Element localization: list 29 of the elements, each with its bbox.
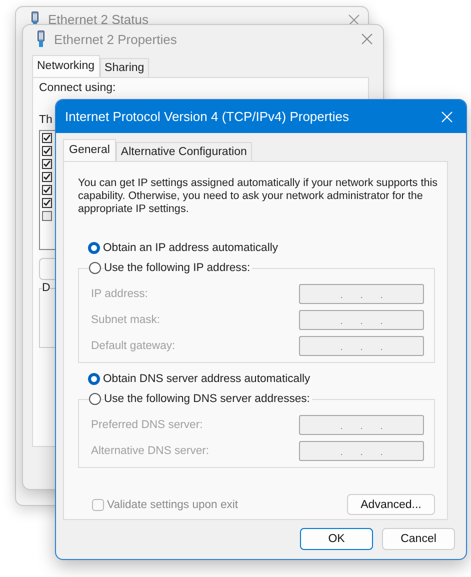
dialog-button[interactable]: Cancel <box>382 528 455 550</box>
dialog-button[interactable]: OK <box>300 528 373 550</box>
field-label: Subnet mask: <box>91 314 160 326</box>
tab[interactable]: Alternative Configuration <box>116 142 252 161</box>
checkbox[interactable] <box>42 133 52 143</box>
checkbox[interactable] <box>42 159 52 169</box>
group-label: D <box>42 282 50 294</box>
close-icon[interactable] <box>361 33 373 45</box>
field-label: Alternative DNS server: <box>91 445 210 457</box>
window-title: Ethernet 2 Status <box>48 13 150 27</box>
tab[interactable]: Networking <box>32 55 100 77</box>
checkbox[interactable] <box>42 172 52 182</box>
network-adapter-icon <box>36 30 46 48</box>
tab[interactable]: Sharing <box>100 58 150 77</box>
tab[interactable]: General <box>63 139 116 161</box>
checkbox[interactable] <box>42 146 52 156</box>
checkbox[interactable] <box>42 198 52 208</box>
window-title: Internet Protocol Version 4 (TCP/IPv4) Properties <box>65 109 350 124</box>
field-label: Preferred DNS server: <box>91 419 203 431</box>
checkbox[interactable] <box>42 211 52 221</box>
checkbox[interactable] <box>42 185 52 195</box>
advanced-button[interactable]: Advanced... <box>347 494 435 515</box>
field-label: Default gateway: <box>91 340 176 352</box>
list-label: Th <box>39 114 52 126</box>
close-icon[interactable] <box>348 14 360 26</box>
field-label: Connect using: <box>39 82 116 94</box>
field-label: IP address: <box>91 288 148 300</box>
window-title: Ethernet 2 Properties <box>54 32 178 46</box>
description-text: You can get IP settings assigned automatically if your network supports this capability. Otherwise, you need to ask your network administrator for the appropriate IP settings. <box>78 177 438 216</box>
